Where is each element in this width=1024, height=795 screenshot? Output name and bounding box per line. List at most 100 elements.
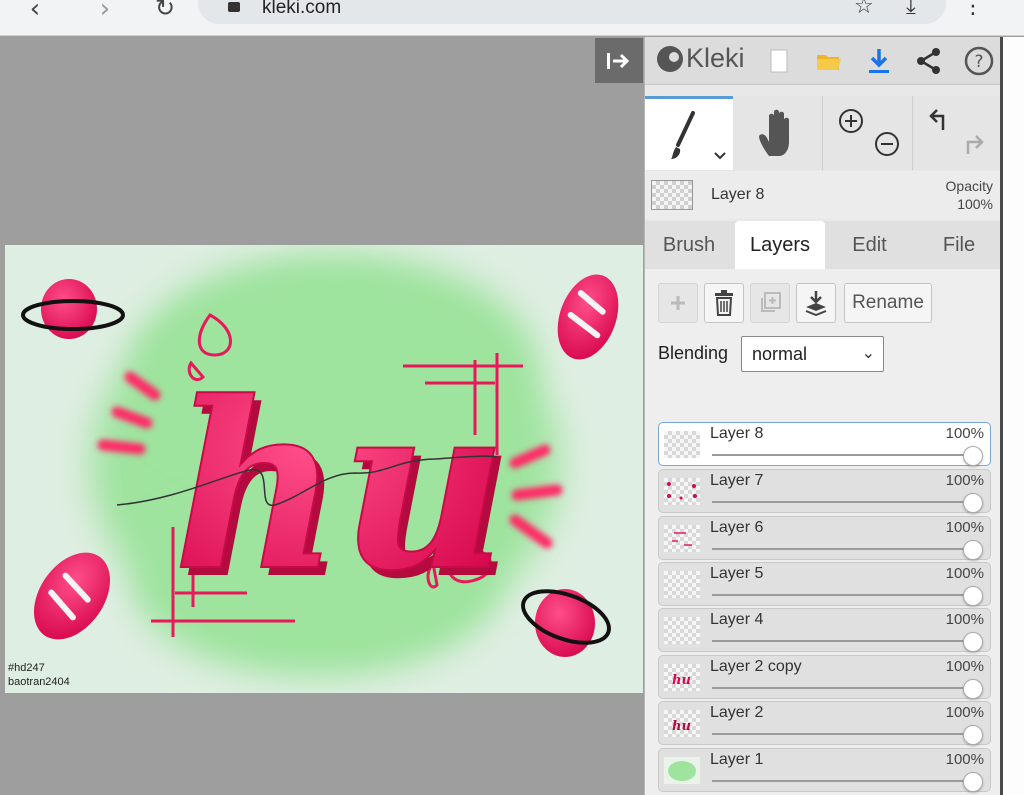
- opacity-slider-handle[interactable]: [963, 679, 983, 699]
- duplicate-layer-button[interactable]: [750, 283, 790, 323]
- layer-opacity: 100%: [945, 611, 984, 628]
- layer-opacity: 100%: [945, 425, 984, 442]
- layer-row-1[interactable]: Layer 1 100%: [658, 748, 991, 792]
- download-icon[interactable]: [863, 45, 895, 77]
- drawing-canvas[interactable]: hu hu #hd247 baotran2404: [5, 245, 643, 693]
- forward-arrow-icon[interactable]: ›: [90, 0, 120, 24]
- layer-row-2-copy[interactable]: hu Layer 2 copy 100%: [658, 655, 991, 699]
- url-text: kleki.com: [262, 0, 342, 18]
- layer-name: Layer 2 copy: [710, 658, 802, 675]
- opacity-slider-handle[interactable]: [963, 632, 983, 652]
- side-panel: Kleki ? Layer 8 Opacity 100% Brush Layer…: [644, 37, 1001, 795]
- hand-icon: [759, 109, 789, 156]
- layer-row-6[interactable]: Layer 6 100%: [658, 516, 991, 560]
- current-layer-info: Layer 8 Opacity 100%: [645, 171, 1001, 219]
- opacity-slider-handle[interactable]: [963, 725, 983, 745]
- layer-thumbnail: [664, 617, 700, 644]
- bookmark-star-icon[interactable]: ☆: [854, 0, 874, 19]
- layer-opacity: 100%: [945, 519, 984, 536]
- layer-thumbnail: [664, 431, 700, 458]
- layer-row-4[interactable]: Layer 4 100%: [658, 608, 991, 652]
- watermark-line-2: baotran2404: [8, 676, 70, 688]
- delete-layer-button[interactable]: [704, 283, 744, 323]
- address-bar[interactable]: kleki.com: [198, 0, 946, 24]
- layer-thumbnail: [664, 571, 700, 598]
- opacity-slider-track[interactable]: [712, 548, 977, 550]
- opacity-slider-track[interactable]: [712, 687, 977, 689]
- current-layer-name: Layer 8: [711, 186, 765, 203]
- app-name: Kleki: [686, 43, 745, 73]
- undo-redo-group: [913, 96, 1001, 170]
- new-file-icon[interactable]: [763, 45, 795, 77]
- zoom-in-icon[interactable]: [839, 109, 863, 133]
- layer-row-8[interactable]: Layer 8 100%: [658, 422, 991, 466]
- layer-name: Layer 4: [710, 611, 764, 628]
- zoom-out-icon[interactable]: [875, 132, 899, 156]
- duplicate-icon: [761, 292, 781, 312]
- opacity-slider-handle[interactable]: [963, 493, 983, 513]
- svg-text:?: ?: [974, 52, 983, 72]
- help-icon[interactable]: ?: [963, 45, 995, 77]
- app-header: Kleki ?: [645, 37, 1001, 85]
- more-menu-icon[interactable]: ⋮: [962, 0, 984, 19]
- blending-label: Blending: [658, 343, 729, 363]
- opacity-slider-track[interactable]: [712, 501, 977, 503]
- plus-icon: [671, 296, 685, 310]
- opacity-slider-track[interactable]: [712, 640, 977, 642]
- layer-name: Layer 1: [710, 751, 764, 768]
- tab-layers[interactable]: Layers: [735, 221, 825, 269]
- hand-tool-button[interactable]: [733, 96, 823, 170]
- layer-row-5[interactable]: Layer 5 100%: [658, 562, 991, 606]
- collapse-panel-icon[interactable]: [595, 38, 643, 83]
- opacity-slider-handle[interactable]: [963, 586, 983, 606]
- download-icon[interactable]: ⤓: [906, 0, 916, 19]
- lock-icon: [228, 2, 240, 12]
- svg-text:hu: hu: [672, 673, 691, 688]
- svg-text:hu: hu: [173, 352, 507, 622]
- layer-opacity: 100%: [945, 751, 984, 768]
- tab-file[interactable]: File: [920, 221, 998, 269]
- rename-layer-button[interactable]: Rename: [844, 283, 932, 323]
- layer-row-2[interactable]: hu Layer 2 100%: [658, 701, 991, 745]
- layer-name: Layer 5: [710, 565, 764, 582]
- opacity-slider-handle[interactable]: [963, 772, 983, 792]
- layer-thumbnail: [664, 478, 700, 505]
- layer-thumbnail: hu: [664, 710, 700, 737]
- current-layer-thumbnail: [651, 180, 693, 210]
- canvas-area[interactable]: hu hu #hd247 baotran2404: [0, 37, 644, 795]
- merge-down-button[interactable]: [796, 283, 836, 323]
- layer-name: Layer 2: [710, 704, 764, 721]
- opacity-slider-track[interactable]: [712, 780, 977, 782]
- layer-name: Layer 8: [710, 425, 764, 442]
- opacity-slider-handle[interactable]: [963, 540, 983, 560]
- tab-edit[interactable]: Edit: [832, 221, 907, 269]
- tab-brush[interactable]: Brush: [650, 221, 728, 269]
- back-arrow-icon[interactable]: ‹: [20, 0, 50, 24]
- opacity-slider-track[interactable]: [712, 733, 977, 735]
- brush-tool-button[interactable]: [645, 96, 733, 170]
- layer-thumbnail: [664, 757, 700, 784]
- artwork-image: hu hu: [21, 255, 619, 675]
- watermark-line-1: #hd247: [8, 662, 45, 674]
- opacity-value: 100%: [957, 196, 993, 212]
- blending-mode-select[interactable]: normal ⌄: [741, 336, 884, 372]
- open-folder-icon[interactable]: [813, 45, 845, 77]
- opacity-slider-track[interactable]: [712, 454, 977, 456]
- browser-toolbar: ‹ › ↻ kleki.com ☆ ⤓ ⋮: [0, 0, 1024, 36]
- undo-icon[interactable]: [929, 109, 945, 130]
- layer-thumbnail: hu: [664, 664, 700, 691]
- layer-opacity: 100%: [945, 658, 984, 675]
- share-icon[interactable]: [913, 45, 945, 77]
- zoom-tool-button[interactable]: [823, 96, 913, 170]
- redo-icon[interactable]: [966, 135, 984, 154]
- kleki-logo[interactable]: Kleki: [657, 43, 745, 74]
- reload-icon[interactable]: ↻: [150, 0, 180, 22]
- tool-row: [645, 96, 1001, 170]
- opacity-slider-track[interactable]: [712, 594, 977, 596]
- opacity-slider-handle[interactable]: [963, 446, 983, 466]
- trash-icon: [715, 290, 733, 316]
- layer-row-7[interactable]: Layer 7 100%: [658, 469, 991, 513]
- layers-panel: Rename Blending normal ⌄ Layer 8 100% La…: [645, 269, 1001, 795]
- add-layer-button[interactable]: [658, 283, 698, 323]
- layer-thumbnail: [664, 525, 700, 552]
